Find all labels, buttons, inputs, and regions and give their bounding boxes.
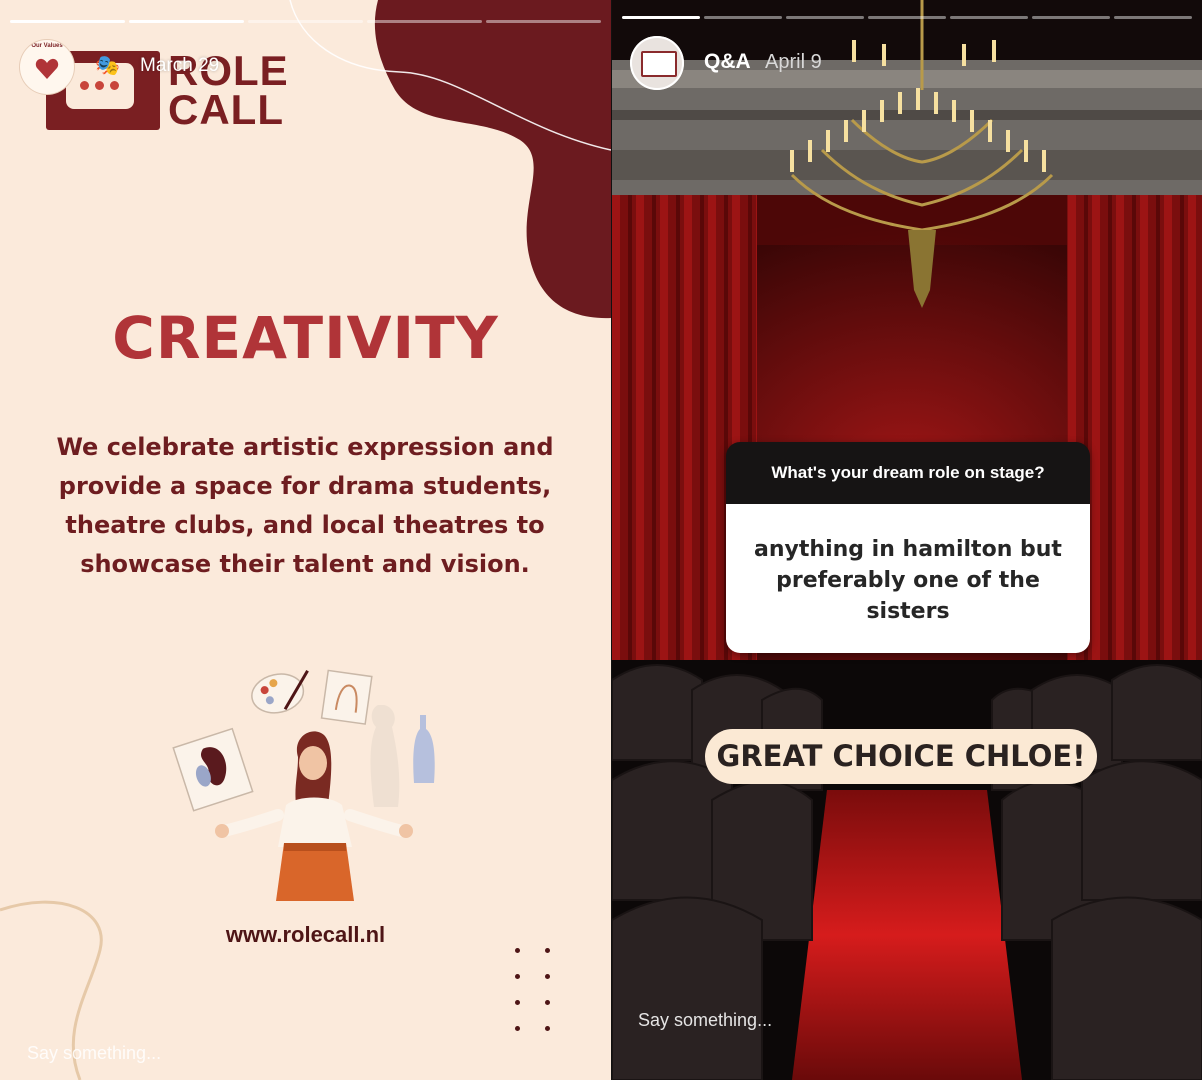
heart-icon (35, 58, 59, 79)
story-progress (622, 16, 1192, 19)
dot (545, 1000, 550, 1005)
progress-segment (1114, 16, 1192, 19)
dot (515, 1000, 520, 1005)
progress-segment (248, 20, 363, 23)
dot (545, 948, 550, 953)
avatar-caption: Our Values (31, 43, 63, 49)
account-avatar[interactable]: Our Values (20, 40, 74, 94)
progress-segment (950, 16, 1028, 19)
answer-box: anything in hamilton but preferably one … (726, 504, 1090, 653)
question-text: What's your dream role on stage? (726, 442, 1090, 504)
progress-segment (868, 16, 946, 19)
account-avatar[interactable] (630, 36, 684, 90)
dot (515, 948, 520, 953)
artist-juggling-illustration (172, 669, 435, 901)
progress-segment (786, 16, 864, 19)
story-progress (10, 20, 601, 23)
dot (545, 1026, 550, 1031)
progress-segment (129, 20, 244, 23)
value-title: CREATIVITY (112, 304, 499, 372)
progress-segment (367, 20, 482, 23)
progress-segment (622, 16, 700, 19)
theatre-masks-icon: 🎭 (95, 53, 120, 77)
highlight-name[interactable]: Q&A (704, 50, 751, 74)
dot (545, 974, 550, 979)
story-date: April 9 (765, 51, 822, 73)
text-sticker: GREAT CHOICE CHLOE! (705, 729, 1097, 784)
progress-segment (1032, 16, 1110, 19)
bubble-dot (95, 81, 104, 90)
story-left[interactable]: ROLE CALL Our Values 🎭 March 29 CREATIVI… (0, 0, 611, 1080)
question-sticker[interactable]: What's your dream role on stage? anythin… (726, 442, 1090, 653)
value-description: We celebrate artistic expression and pro… (56, 433, 554, 578)
dot (515, 974, 520, 979)
bubble-dot (80, 81, 89, 90)
question-sticker-icon (641, 51, 677, 77)
logo-line-2: CALL (168, 86, 284, 133)
reply-input[interactable]: Say something... (638, 1010, 772, 1031)
story-date: March 29 (140, 55, 220, 76)
bubble-dot (110, 81, 119, 90)
website-link[interactable]: www.rolecall.nl (0, 922, 611, 948)
progress-segment (704, 16, 782, 19)
answer-text: anything in hamilton but preferably one … (754, 537, 1062, 624)
dot (515, 1026, 520, 1031)
reply-input[interactable]: Say something... (27, 1043, 161, 1064)
story-right[interactable]: Q&A April 9 What's your dream role on st… (612, 0, 1202, 1080)
dots-decoration (515, 948, 555, 1038)
progress-segment (486, 20, 601, 23)
progress-segment (10, 20, 125, 23)
